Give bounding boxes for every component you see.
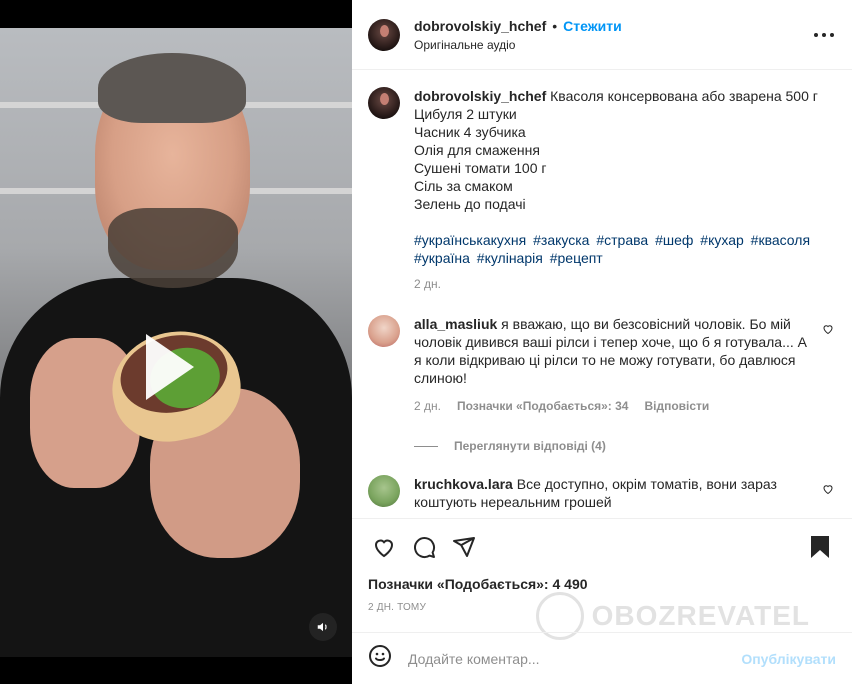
hashtag-link[interactable]: #рецепт bbox=[550, 250, 603, 266]
caption-time: 2 дн. bbox=[414, 277, 441, 291]
follow-button[interactable]: Стежити bbox=[563, 18, 622, 34]
comment-body: kruchkova.lara Все доступно, окрім томат… bbox=[414, 475, 836, 511]
comment-input[interactable] bbox=[408, 650, 726, 667]
header-meta: dobrovolskiy_hchef • Стежити Оригінальне… bbox=[414, 18, 812, 52]
save-button[interactable] bbox=[800, 527, 840, 567]
reel-video[interactable] bbox=[0, 28, 352, 657]
hashtag-link[interactable]: #шеф bbox=[655, 232, 693, 248]
view-replies-button[interactable]: Переглянути відповіді (4) bbox=[414, 439, 836, 453]
speaker-icon bbox=[317, 622, 327, 632]
commenter-avatar[interactable] bbox=[368, 475, 400, 507]
caption-line: Цибуля 2 штуки bbox=[414, 106, 517, 122]
media-top-bar bbox=[0, 0, 352, 28]
separator-dot: • bbox=[552, 17, 558, 34]
watermark-text: OBOZREVATEL bbox=[591, 600, 810, 631]
hashtag-link[interactable]: #україна bbox=[414, 250, 470, 266]
heart-icon bbox=[823, 325, 833, 335]
commenter-username[interactable]: alla_masliuk bbox=[414, 316, 497, 332]
comment-like-button[interactable] bbox=[822, 323, 834, 338]
heart-icon bbox=[374, 539, 394, 557]
comment-body: alla_masliuk я вважаю, що ви безсовісний… bbox=[414, 315, 836, 415]
replies-divider bbox=[414, 445, 438, 447]
view-replies-label: Переглянути відповіді (4) bbox=[454, 439, 606, 453]
more-icon bbox=[814, 32, 834, 37]
post-time[interactable]: 2 дн. тому bbox=[368, 602, 426, 613]
instagram-post-modal: dobrovolskiy_hchef • Стежити Оригінальне… bbox=[0, 0, 852, 684]
comment-time[interactable]: 2 дн. bbox=[414, 397, 441, 415]
caption-username[interactable]: dobrovolskiy_hchef bbox=[414, 88, 546, 104]
caption-line: Сіль за смаком bbox=[414, 178, 513, 194]
author-username[interactable]: dobrovolskiy_hchef bbox=[414, 18, 546, 34]
heart-icon bbox=[823, 485, 833, 495]
comments-area[interactable]: dobrovolskiy_hchef Квасоля консервована … bbox=[352, 71, 852, 517]
author-avatar[interactable] bbox=[368, 18, 400, 51]
share-button[interactable] bbox=[444, 527, 484, 567]
post-sidebar: dobrovolskiy_hchef • Стежити Оригінальне… bbox=[352, 0, 852, 684]
chef-hair bbox=[98, 53, 246, 123]
caption-line: Сушені томати 100 г bbox=[414, 160, 547, 176]
action-bar bbox=[352, 518, 852, 574]
comment-item: kruchkova.lara Все доступно, окрім томат… bbox=[368, 475, 836, 511]
share-icon bbox=[453, 536, 475, 557]
post-media bbox=[0, 0, 352, 684]
caption-line: Олія для смаження bbox=[414, 142, 540, 158]
hashtags: #українськакухня #закуска #страва #шеф #… bbox=[414, 231, 818, 267]
like-button[interactable] bbox=[364, 527, 404, 567]
hashtag-link[interactable]: #кухар bbox=[700, 232, 743, 248]
play-button[interactable] bbox=[146, 334, 194, 400]
header-line: dobrovolskiy_hchef • Стежити bbox=[414, 18, 812, 34]
media-bottom-bar bbox=[0, 657, 352, 684]
publish-button[interactable]: Опублікувати bbox=[741, 651, 836, 667]
hashtag-link[interactable]: #страва bbox=[596, 232, 648, 248]
comment-item: alla_masliuk я вважаю, що ви безсовісний… bbox=[368, 315, 836, 415]
caption-line: dobrovolskiy_hchef Квасоля консервована … bbox=[414, 87, 818, 105]
comment-button[interactable] bbox=[404, 527, 444, 567]
bookmark-icon bbox=[811, 535, 829, 558]
caption: dobrovolskiy_hchef Квасоля консервована … bbox=[368, 87, 836, 293]
post-header: dobrovolskiy_hchef • Стежити Оригінальне… bbox=[352, 0, 852, 70]
comment-meta: 2 дн. Позначки «Подобається»: 34 Відпові… bbox=[414, 397, 808, 415]
comment-like-button[interactable] bbox=[822, 483, 834, 498]
hashtag-link[interactable]: #закуска bbox=[533, 232, 589, 248]
chef-beard bbox=[108, 208, 238, 288]
add-comment-bar: Опублікувати bbox=[352, 632, 852, 684]
emoji-icon bbox=[369, 644, 391, 667]
commenter-username[interactable]: kruchkova.lara bbox=[414, 476, 513, 492]
comment-icon bbox=[414, 536, 436, 558]
commenter-avatar[interactable] bbox=[368, 315, 400, 347]
reply-button[interactable]: Відповісти bbox=[644, 397, 709, 415]
more-options-button[interactable] bbox=[812, 23, 836, 47]
hashtag-link[interactable]: #українськакухня bbox=[414, 232, 526, 248]
caption-text: Квасоля консервована або зварена 500 г bbox=[550, 88, 818, 104]
caption-body: dobrovolskiy_hchef Квасоля консервована … bbox=[414, 87, 818, 293]
mute-button[interactable] bbox=[309, 613, 337, 641]
caption-line: Зелень до подачі bbox=[414, 196, 526, 212]
caption-line: Часник 4 зубчика bbox=[414, 124, 526, 140]
author-avatar[interactable] bbox=[368, 87, 400, 119]
hashtag-link[interactable]: #квасоля bbox=[751, 232, 810, 248]
emoji-button[interactable] bbox=[368, 644, 392, 674]
hashtag-link[interactable]: #кулінарія bbox=[477, 250, 543, 266]
audio-label[interactable]: Оригінальне аудіо bbox=[414, 38, 812, 52]
likes-count[interactable]: Позначки «Подобається»: 4 490 bbox=[368, 576, 588, 592]
comment-likes[interactable]: Позначки «Подобається»: 34 bbox=[457, 397, 628, 415]
